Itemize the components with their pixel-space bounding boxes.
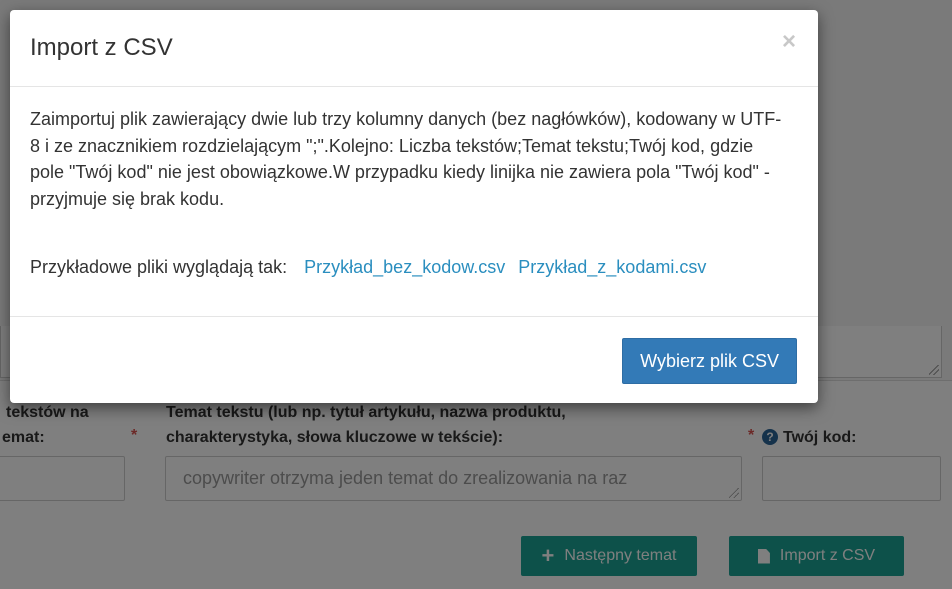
modal-footer: Wybierz plik CSV [10, 316, 818, 403]
close-icon[interactable]: × [782, 30, 796, 54]
choose-csv-button[interactable]: Wybierz plik CSV [622, 338, 797, 384]
import-csv-modal: Import z CSV × Zaimportuj plik zawierają… [10, 10, 818, 403]
example-link-with-codes[interactable]: Przykład_z_kodami.csv [518, 257, 706, 277]
example-link-without-codes[interactable]: Przykład_bez_kodow.csv [304, 257, 505, 277]
modal-body: Zaimportuj plik zawierający dwie lub trz… [10, 87, 818, 316]
modal-title: Import z CSV [30, 34, 173, 61]
modal-header: Import z CSV × [10, 10, 818, 87]
examples-label: Przykładowe pliki wyglądają tak: [30, 257, 288, 277]
import-instructions: Zaimportuj plik zawierający dwie lub trz… [30, 109, 782, 209]
example-files: Przykładowe pliki wyglądają tak: Przykła… [30, 257, 706, 278]
